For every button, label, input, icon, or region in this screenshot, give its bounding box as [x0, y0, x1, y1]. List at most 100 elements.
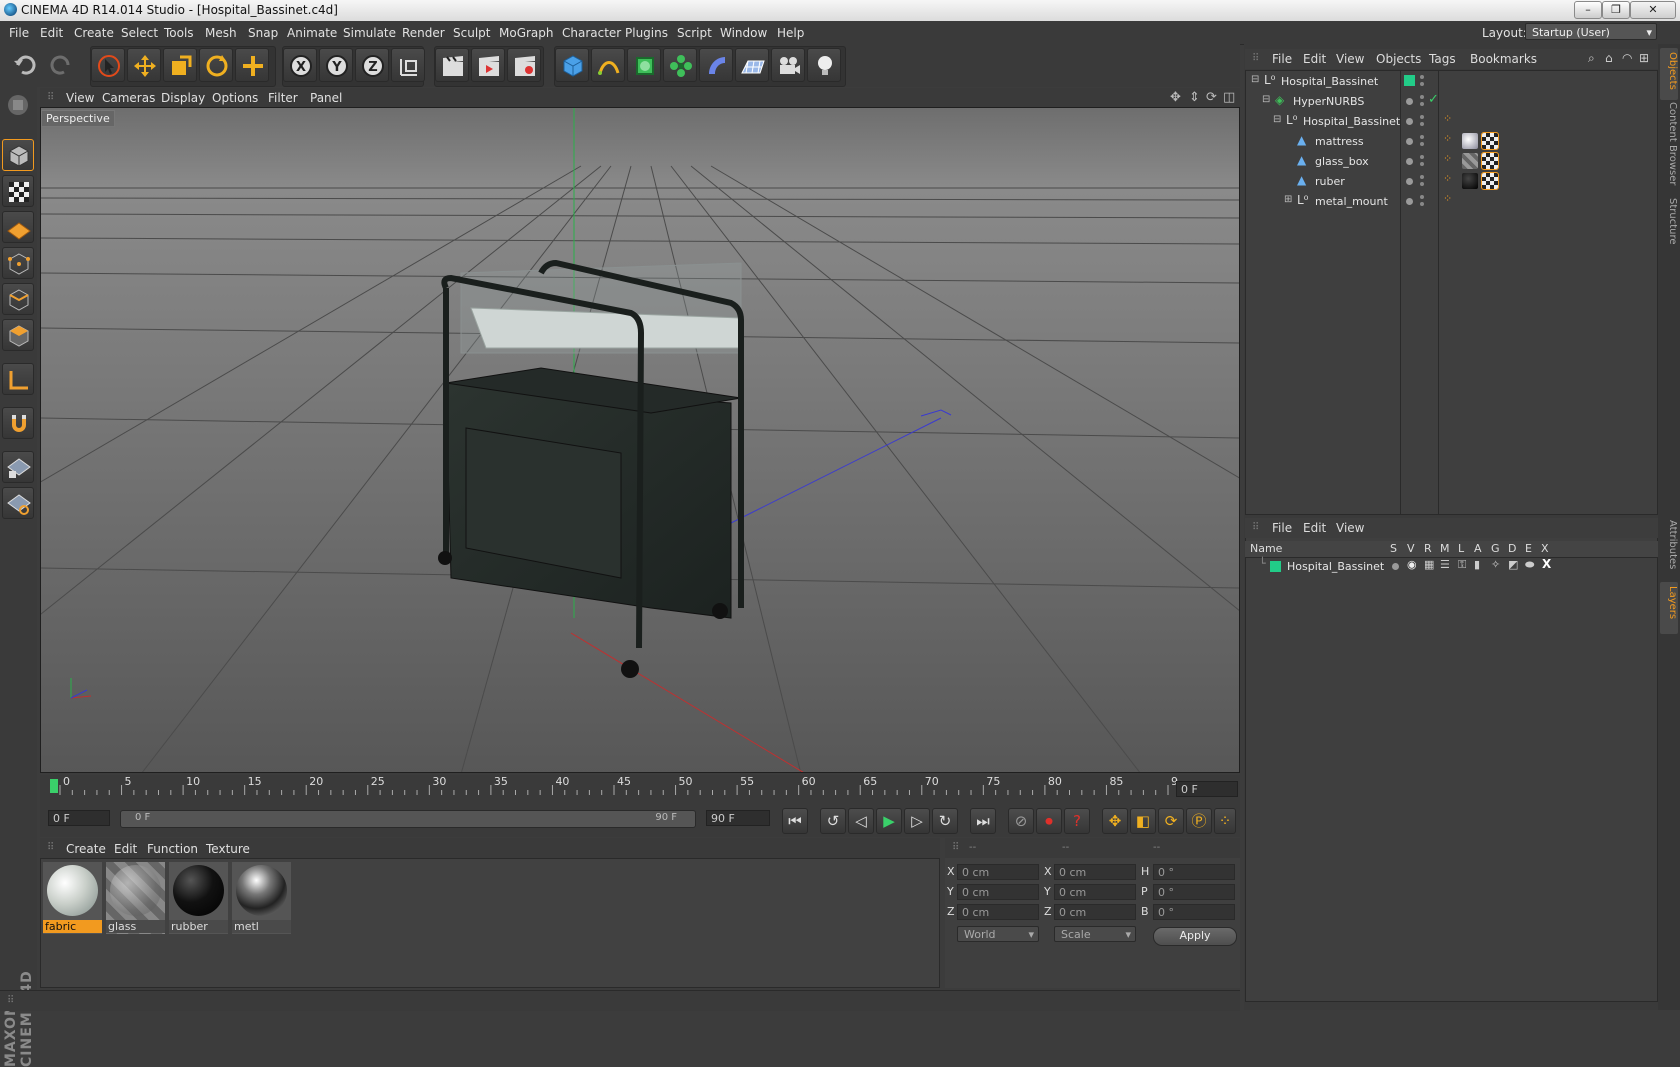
floor-button[interactable] [735, 48, 769, 82]
light-button[interactable] [807, 48, 841, 82]
start-frame-field[interactable]: 0 F [48, 810, 110, 826]
menu-select[interactable]: Select [121, 26, 158, 40]
layer-color-swatch[interactable] [1404, 75, 1415, 86]
tab-objects[interactable]: Objects [1660, 48, 1678, 100]
go-to-start-button[interactable]: ⏮ [782, 808, 808, 834]
edges-mode-button[interactable] [2, 283, 34, 315]
object-menu-tags[interactable]: Tags [1429, 52, 1456, 66]
material-menu-edit[interactable]: Edit [114, 842, 137, 856]
phong-tag-icon[interactable]: ⁘ [1443, 152, 1452, 165]
layer-col-locked[interactable]: L [1458, 542, 1464, 555]
previous-frame-button[interactable]: ◁ [848, 808, 874, 834]
texture-mode-button[interactable] [2, 175, 34, 207]
object-row[interactable]: ⊟ ◈ HyperNURBS ✓ [1245, 92, 1658, 111]
viewport-zoom-icon[interactable]: ⇕ [1189, 90, 1200, 105]
rotation-p-field[interactable]: 0 ° [1153, 884, 1235, 900]
material-tag-icon[interactable] [1462, 133, 1478, 149]
menu-animate[interactable]: Animate [287, 26, 337, 40]
editor-visibility-dot[interactable] [1420, 175, 1424, 179]
viewport-menu-panel[interactable]: Panel [310, 91, 342, 105]
material-fabric[interactable]: fabric [43, 862, 102, 934]
undo-button[interactable] [8, 48, 42, 82]
material-rubber[interactable]: rubber [169, 862, 228, 934]
layer-solo-toggle[interactable] [1392, 563, 1399, 570]
render-view-button[interactable] [435, 48, 469, 82]
menu-mesh[interactable]: Mesh [205, 26, 237, 40]
object-menu-file[interactable]: File [1272, 52, 1292, 66]
layer-col-solo[interactable]: S [1390, 542, 1397, 555]
editor-visibility-dot[interactable] [1420, 115, 1424, 119]
menu-mograph[interactable]: MoGraph [499, 26, 554, 40]
visibility-dot[interactable] [1406, 158, 1413, 165]
visibility-dot[interactable] [1406, 138, 1413, 145]
collapse-icon[interactable]: ◠ [1622, 51, 1632, 65]
layer-menu-edit[interactable]: Edit [1303, 521, 1326, 535]
layer-col-render[interactable]: R [1424, 542, 1432, 555]
render-visibility-dot[interactable] [1420, 102, 1424, 106]
size-x-field[interactable]: 0 cm [1054, 864, 1136, 880]
material-menu-function[interactable]: Function [147, 842, 198, 856]
layer-col-xref[interactable]: X [1541, 542, 1549, 555]
viewport-menu-display[interactable]: Display [161, 91, 205, 105]
uvw-tag-icon[interactable] [1481, 132, 1499, 150]
tab-content-browser[interactable]: Content Browser [1660, 98, 1678, 194]
layer-col-expressions[interactable]: E [1525, 542, 1532, 555]
uvw-tag-icon[interactable] [1481, 172, 1499, 190]
material-tag-icon[interactable] [1462, 173, 1478, 189]
make-editable-button[interactable] [2, 89, 34, 121]
nurbs-button[interactable] [627, 48, 661, 82]
polygons-mode-button[interactable] [2, 319, 34, 351]
enabled-check-icon[interactable]: ✓ [1428, 92, 1439, 107]
spline-pen-button[interactable] [591, 48, 625, 82]
size-z-field[interactable]: 0 cm [1054, 904, 1136, 920]
next-frame-button[interactable]: ▷ [904, 808, 930, 834]
layout-select[interactable]: Startup (User) ▾ [1525, 23, 1657, 40]
cube-object-button[interactable] [555, 48, 589, 82]
collapse-toggle-icon[interactable]: ⊟ [1262, 94, 1270, 105]
material-glass[interactable]: glass [106, 862, 165, 934]
z-axis-button[interactable]: Z [355, 48, 389, 82]
layer-menu-file[interactable]: File [1272, 521, 1292, 535]
go-to-end-button[interactable]: ⏭ [970, 808, 996, 834]
rotation-b-field[interactable]: 0 ° [1153, 904, 1235, 920]
editor-visibility-dot[interactable] [1420, 75, 1424, 79]
deformer-icon[interactable]: ◩ [1508, 558, 1518, 571]
apply-button[interactable]: Apply [1153, 927, 1237, 946]
live-selection-button[interactable] [91, 48, 125, 82]
material-tag-icon[interactable] [1462, 153, 1478, 169]
render-visibility-dot[interactable] [1420, 122, 1424, 126]
object-menu-bookmarks[interactable]: Bookmarks [1470, 52, 1537, 66]
viewport-maximize-icon[interactable]: ◫ [1223, 90, 1235, 105]
coordinate-space-select[interactable]: World ▾ [957, 926, 1039, 942]
phong-tag-icon[interactable]: ⁘ [1443, 192, 1452, 205]
menu-create[interactable]: Create [74, 26, 114, 40]
object-row[interactable]: ⊟ L⁰ Hospital_Bassinet [1245, 72, 1658, 91]
layer-menu-view[interactable]: View [1336, 521, 1364, 535]
uvw-tag-icon[interactable] [1481, 152, 1499, 170]
menu-sculpt[interactable]: Sculpt [453, 26, 490, 40]
recent-tool-button[interactable] [235, 48, 269, 82]
visibility-dot[interactable] [1406, 178, 1413, 185]
menu-help[interactable]: Help [777, 26, 804, 40]
editor-visibility-dot[interactable] [1420, 135, 1424, 139]
material-menu-texture[interactable]: Texture [206, 842, 250, 856]
render-visibility-dot[interactable] [1420, 82, 1424, 86]
maximize-button[interactable]: ❐ [1602, 1, 1630, 19]
object-row[interactable]: ▲ ruber ⁘ [1245, 172, 1658, 191]
y-axis-button[interactable]: Y [319, 48, 353, 82]
redo-button[interactable] [44, 48, 78, 82]
render-visibility-dot[interactable] [1420, 202, 1424, 206]
point-level-button[interactable]: ⁘ [1214, 808, 1236, 834]
layer-row[interactable]: └ Hospital_Bassinet ◉ ▦ ☰ ⚿ ▮ ✧ ◩ ⬬ X [1245, 557, 1658, 576]
x-axis-button[interactable]: X [283, 48, 317, 82]
record-keys-button[interactable]: ⊘ [1008, 808, 1034, 834]
eye-icon[interactable]: ◉ [1407, 558, 1417, 571]
perspective-viewport[interactable] [40, 107, 1240, 773]
rotation-key-button[interactable]: ⟳ [1158, 808, 1184, 834]
collapse-toggle-icon[interactable]: ⊟ [1273, 114, 1281, 125]
model-mode-button[interactable] [2, 139, 34, 171]
new-window-icon[interactable]: ⊞ [1639, 51, 1649, 65]
scale-tool-button[interactable] [163, 48, 197, 82]
search-icon[interactable]: ⌕ [1588, 51, 1595, 66]
visibility-dot[interactable] [1406, 198, 1413, 205]
